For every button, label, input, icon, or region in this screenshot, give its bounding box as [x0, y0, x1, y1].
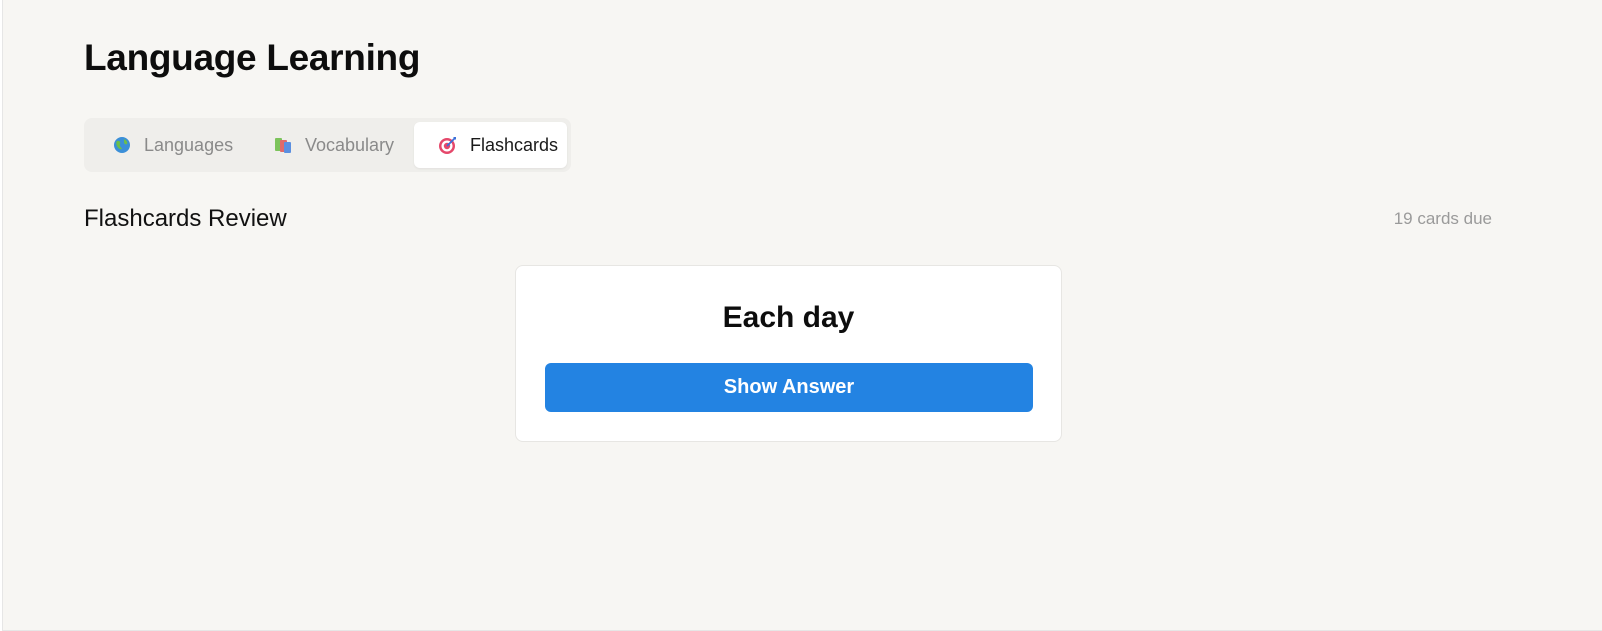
books-icon — [273, 135, 293, 155]
tab-label: Flashcards — [470, 134, 559, 155]
page-title: Language Learning — [84, 37, 421, 78]
tab-label: Vocabulary — [305, 134, 395, 155]
tab-languages[interactable]: Languages — [88, 122, 249, 168]
show-answer-button[interactable]: Show Answer — [545, 363, 1033, 412]
flashcard-prompt: Each day — [722, 301, 855, 334]
flashcard: Each day Show Answer — [515, 265, 1062, 442]
review-title: Flashcards Review — [84, 205, 287, 232]
app-window: Language Learning Languages Vocabulary F… — [2, 0, 1602, 631]
tab-bar: Languages Vocabulary Flashcards — [84, 118, 571, 172]
globe-icon — [112, 135, 132, 155]
tab-label: Languages — [144, 134, 234, 155]
target-icon — [438, 135, 458, 155]
cards-due-count: 19 cards due — [1393, 209, 1492, 228]
tab-flashcards[interactable]: Flashcards — [414, 122, 567, 168]
tab-vocabulary[interactable]: Vocabulary — [249, 122, 414, 168]
